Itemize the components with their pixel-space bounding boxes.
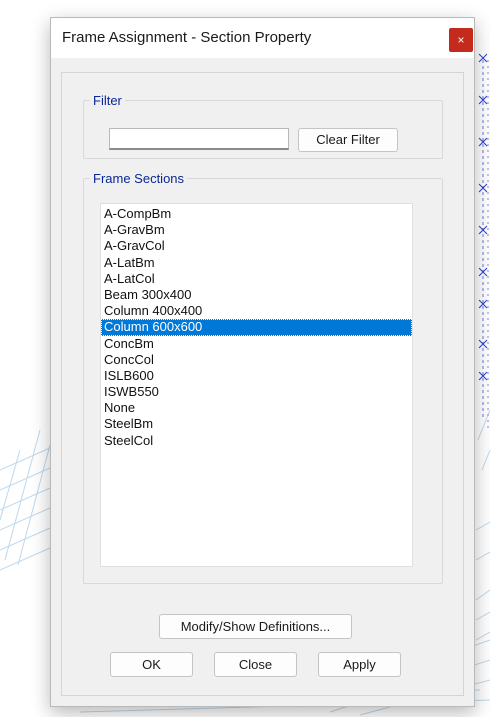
list-item[interactable]: ISWB550 xyxy=(101,384,412,400)
list-item[interactable]: A-LatBm xyxy=(101,255,412,271)
clear-filter-button[interactable]: Clear Filter xyxy=(298,128,398,152)
screen: Frame Assignment - Section Property × Fi… xyxy=(0,0,490,717)
list-item[interactable]: A-GravCol xyxy=(101,238,412,254)
apply-button[interactable]: Apply xyxy=(318,652,401,677)
list-item-selected[interactable]: Column 600x600 xyxy=(101,319,412,336)
list-item[interactable]: A-LatCol xyxy=(101,271,412,287)
close-button[interactable]: Close xyxy=(214,652,297,677)
frame-sections-legend: Frame Sections xyxy=(93,171,185,186)
list-item[interactable]: Column 400x400 xyxy=(101,303,412,319)
list-item[interactable]: ConcCol xyxy=(101,352,412,368)
list-item[interactable]: A-CompBm xyxy=(101,206,412,222)
title-bar[interactable]: Frame Assignment - Section Property × xyxy=(51,18,474,58)
dialog-content: Filter Clear Filter Frame Sections A-Com… xyxy=(61,72,464,696)
list-item[interactable]: SteelBm xyxy=(101,416,412,432)
list-item[interactable]: None xyxy=(101,400,412,416)
list-item[interactable]: SteelCol xyxy=(101,433,412,449)
modify-show-definitions-button[interactable]: Modify/Show Definitions... xyxy=(159,614,352,639)
filter-input[interactable] xyxy=(109,128,289,150)
close-icon: × xyxy=(457,33,465,47)
frame-sections-list[interactable]: A-CompBm A-GravBm A-GravCol A-LatBm A-LatCol… xyxy=(100,203,413,567)
frame-assignment-dialog: Frame Assignment - Section Property × Fi… xyxy=(50,17,475,707)
ok-button[interactable]: OK xyxy=(110,652,193,677)
close-window-button[interactable]: × xyxy=(449,28,473,52)
filter-legend: Filter xyxy=(93,93,122,108)
list-item[interactable]: ConcBm xyxy=(101,336,412,352)
list-item[interactable]: Beam 300x400 xyxy=(101,287,412,303)
list-item[interactable]: ISLB600 xyxy=(101,368,412,384)
window-title: Frame Assignment - Section Property xyxy=(62,29,312,46)
list-item[interactable]: A-GravBm xyxy=(101,222,412,238)
frame-sections-items: A-CompBm A-GravBm A-GravCol A-LatBm A-LatCol… xyxy=(101,204,412,449)
